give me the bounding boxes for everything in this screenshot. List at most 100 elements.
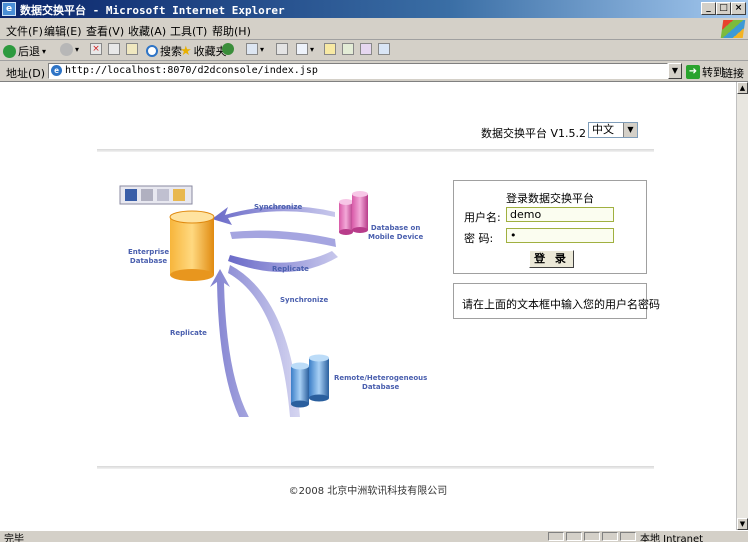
menu-bar: 文件(F) 编辑(E) 查看(V) 收藏(A) 工具(T) 帮助(H) [0, 19, 748, 40]
app-name: 数据交换平台 V1.5.2 [481, 127, 587, 140]
status-text: 完毕 [4, 534, 24, 542]
language-select[interactable]: 中文 ▼ [588, 122, 638, 138]
tool-icon [378, 43, 390, 55]
menu-view[interactable]: 查看(V) [86, 23, 124, 39]
close-button[interactable]: × [731, 2, 746, 15]
folder-icon [173, 189, 185, 201]
chevron-down-icon: ▾ [260, 44, 265, 54]
enterprise-db-label: Enterprise Database [128, 248, 169, 266]
mail-icon [246, 43, 258, 55]
chevron-down-icon: ▾ [75, 45, 80, 54]
username-label: 用户名: [464, 211, 501, 224]
print-button[interactable] [276, 43, 288, 55]
copy-icon [141, 189, 153, 201]
security-zone: 本地 Intranet [640, 534, 704, 542]
chevron-down-icon: ▾ [42, 46, 47, 56]
home-icon [126, 43, 138, 55]
page-content: 数据交换平台 V1.5.2 中文 ▼ Synchronize Enterpris… [0, 82, 736, 530]
media-button[interactable] [222, 43, 234, 55]
back-label: 后退 [18, 45, 40, 58]
mobile-db-label-line2: Mobile Device [368, 233, 424, 241]
top-divider [97, 149, 654, 152]
discuss-button[interactable] [324, 43, 336, 55]
vertical-scrollbar[interactable]: ▲ ▼ [736, 82, 748, 530]
address-dropdown-button[interactable]: ▼ [668, 63, 682, 79]
messenger-button[interactable] [360, 43, 372, 55]
mail-button[interactable]: ▾ [246, 43, 264, 55]
home-button[interactable] [126, 43, 138, 55]
login-hint: 请在上面的文本框中输入您的用户名密码 [453, 283, 660, 319]
copyright: ©2008 北京中洲软讯科技有限公司 [288, 486, 448, 497]
sync-label-2: Synchronize [280, 296, 329, 304]
links-button[interactable]: 链接 [722, 65, 744, 81]
refresh-icon [108, 43, 120, 55]
save-tools-image [119, 185, 193, 205]
forward-button[interactable]: ▾ [60, 43, 79, 56]
window-titlebar: e 数据交换平台 - Microsoft Internet Explorer _… [0, 0, 748, 18]
address-input[interactable]: e http://localhost:8070/d2dconsole/index… [48, 63, 668, 79]
menu-file[interactable]: 文件(F) [6, 23, 43, 39]
enterprise-db-label-line1: Enterprise [128, 248, 170, 256]
username-input[interactable] [506, 207, 614, 222]
menu-edit[interactable]: 编辑(E) [44, 23, 82, 39]
refresh-button[interactable] [108, 43, 120, 55]
chevron-down-icon: ▼ [623, 123, 637, 137]
bottom-divider [97, 466, 654, 469]
minimize-button[interactable]: _ [701, 2, 716, 15]
back-arrow-icon [3, 44, 16, 58]
research-button[interactable] [342, 43, 354, 55]
password-input[interactable] [506, 228, 614, 243]
enterprise-db-label-line2: Database [129, 257, 168, 265]
toolbar: 后退 ▾ ▾ × 搜索 ★ 收藏夹 ▾ ▾ [0, 40, 748, 61]
print-icon [157, 189, 169, 201]
status-bar: 完毕 本地 Intranet [0, 530, 748, 542]
scroll-down-icon[interactable]: ▼ [737, 518, 748, 530]
menu-favorites[interactable]: 收藏(A) [128, 23, 166, 39]
search-icon [146, 45, 158, 57]
status-cell [584, 532, 600, 541]
tool-button[interactable] [378, 43, 390, 55]
favorites-button[interactable]: ★ 收藏夹 [180, 43, 227, 59]
go-button[interactable]: ➜ 转到 [686, 64, 724, 80]
chevron-down-icon: ▾ [310, 44, 315, 54]
window-controls: _ □ × [701, 2, 746, 15]
search-label: 搜索 [160, 45, 182, 58]
address-url: http://localhost:8070/d2dconsole/index.j… [65, 65, 318, 76]
address-bar: 地址(D) e http://localhost:8070/d2dconsole… [0, 61, 748, 82]
research-icon [342, 43, 354, 55]
remote-db-label-line2: Database [362, 383, 400, 391]
search-button[interactable]: 搜索 [146, 43, 182, 59]
menu-help[interactable]: 帮助(H) [212, 23, 251, 39]
password-label: 密 码: [464, 232, 494, 245]
login-button[interactable]: 登 录 [529, 250, 574, 268]
mobile-db-label: Database on Mobile Device [368, 224, 423, 242]
stop-icon: × [90, 43, 102, 55]
menu-tools[interactable]: 工具(T) [170, 23, 207, 39]
edit-button[interactable]: ▾ [296, 43, 314, 55]
status-cell [602, 532, 618, 541]
sync-label-1: Synchronize [254, 203, 303, 211]
login-title: 登录数据交换平台 [506, 192, 594, 205]
forward-arrow-icon [60, 43, 73, 56]
go-arrow-icon: ➜ [686, 65, 700, 79]
status-cell [548, 532, 564, 541]
remote-database-icon [291, 354, 329, 408]
print-icon [276, 43, 288, 55]
mobile-db-label-line1: Database on [370, 224, 421, 232]
remote-db-label-line1: Remote/Heterogeneous [334, 374, 428, 382]
window-title: 数据交换平台 - Microsoft Internet Explorer [20, 4, 285, 17]
stop-button[interactable]: × [90, 43, 102, 55]
link-arrow [230, 230, 336, 247]
mobile-database-icon [339, 191, 368, 235]
go-label: 转到 [702, 66, 724, 79]
remote-db-label: Remote/Heterogeneous Database [334, 374, 427, 392]
back-button[interactable]: 后退 ▾ [3, 43, 46, 59]
maximize-button[interactable]: □ [716, 2, 731, 15]
ie-icon: e [2, 2, 16, 16]
messenger-icon [360, 43, 372, 55]
status-cell [566, 532, 582, 541]
scroll-up-icon[interactable]: ▲ [737, 82, 748, 94]
status-cell [620, 532, 636, 541]
save-icon [125, 189, 137, 201]
address-label: 地址(D) [6, 67, 46, 80]
